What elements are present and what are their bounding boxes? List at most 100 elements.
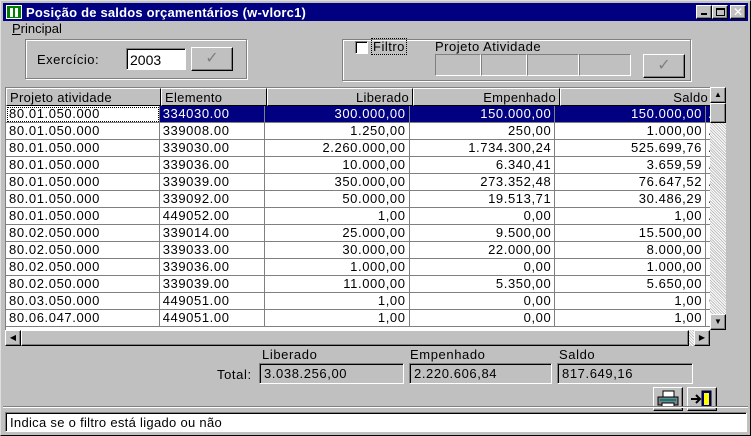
cell-elemento[interactable]: 339039.00	[159, 276, 265, 293]
cell-saldo[interactable]: 150.000,00	[555, 106, 707, 123]
table-row[interactable]: 80.01.050.000 339030.00 2.260.000,00 1.734.…	[6, 140, 710, 157]
cell-saldo[interactable]: 15.500,00	[555, 225, 707, 242]
projeto-atividade-field-2[interactable]	[481, 54, 527, 76]
horizontal-scrollbar[interactable]: ◀ ▶	[5, 330, 710, 346]
cell-empenhado[interactable]: 1.734.300,24	[409, 140, 556, 157]
menu-principal[interactable]: Principal	[12, 21, 62, 36]
cell-elemento[interactable]: 449051.00	[159, 293, 265, 310]
cell-saldo[interactable]: 1.000,00	[555, 123, 707, 140]
cell-projeto-atividade[interactable]: 80.06.047.000	[6, 310, 160, 327]
cell-empenhado[interactable]: 0,00	[409, 259, 556, 276]
cell-saldo[interactable]: 1,00	[555, 310, 707, 327]
cell-elemento[interactable]: 339014.00	[159, 225, 265, 242]
cell-projeto-atividade[interactable]: 80.01.050.000	[6, 191, 160, 208]
scroll-right-button[interactable]: ▶	[694, 330, 710, 346]
cell-saldo[interactable]: 8.000,00	[555, 242, 707, 259]
cell-empenhado[interactable]: 6.340,41	[409, 157, 556, 174]
table-row[interactable]: 80.02.050.000 339033.00 30.000,00 22.000,00…	[6, 242, 710, 259]
cell-elemento[interactable]: 339033.00	[159, 242, 265, 259]
projeto-atividade-field-4[interactable]	[579, 54, 631, 76]
horizontal-scroll-thumb[interactable]	[21, 330, 689, 346]
app-icon[interactable]	[6, 5, 22, 19]
cell-liberado[interactable]: 30.000,00	[264, 242, 410, 259]
exercicio-confirm-button[interactable]: ✓	[191, 47, 233, 71]
cell-elemento[interactable]: 339036.00	[159, 157, 265, 174]
cell-projeto-atividade[interactable]: 80.01.050.000	[6, 208, 160, 225]
column-header-liberado[interactable]: Liberado	[267, 88, 413, 106]
cell-empenhado[interactable]: 19.513,71	[409, 191, 556, 208]
scroll-left-button[interactable]: ◀	[5, 330, 21, 346]
cell-projeto-atividade[interactable]: 80.02.050.000	[6, 242, 160, 259]
projeto-atividade-field-3[interactable]	[527, 54, 579, 76]
cell-projeto-atividade[interactable]: 80.02.050.000	[6, 259, 160, 276]
column-header-projeto-atividade[interactable]: Projeto atividade	[6, 88, 161, 106]
cell-empenhado[interactable]: 9.500,00	[409, 225, 556, 242]
cell-saldo[interactable]: 1,00	[555, 208, 707, 225]
table-row[interactable]: 80.01.050.000 339008.00 1.250,00 250,00 1.00…	[6, 123, 710, 140]
table-row[interactable]: 80.01.050.000 334030.00 300.000,00 150.000,…	[6, 106, 710, 123]
filtro-label[interactable]: Filtro	[371, 38, 407, 55]
cell-empenhado[interactable]: 22.000,00	[409, 242, 556, 259]
cell-liberado[interactable]: 300.000,00	[264, 106, 410, 123]
table-row[interactable]: 80.01.050.000 339092.00 50.000,00 19.513,71…	[6, 191, 710, 208]
filtro-confirm-button[interactable]: ✓	[643, 54, 685, 78]
cell-elemento[interactable]: 334030.00	[159, 106, 265, 123]
scroll-up-button[interactable]: ▲	[710, 87, 726, 103]
cell-empenhado[interactable]: 150.000,00	[409, 106, 556, 123]
cell-liberado[interactable]: 10.000,00	[264, 157, 410, 174]
table-row[interactable]: 80.03.050.000449051.001,000,001,00C	[6, 293, 710, 310]
column-header-empenhado[interactable]: Empenhado	[413, 88, 560, 106]
cell-liberado[interactable]: 1,00	[264, 208, 410, 225]
close-button[interactable]: ✕	[730, 5, 746, 19]
table-row[interactable]: 80.02.050.000 339036.00 1.000,00 0,00 1.000,…	[6, 259, 710, 276]
table-row[interactable]: 80.02.050.000 339014.00 25.000,00 9.500,00 1…	[6, 225, 710, 242]
cell-liberado[interactable]: 350.000,00	[264, 174, 410, 191]
cell-elemento[interactable]: 339030.00	[159, 140, 265, 157]
column-header-elemento[interactable]: Elemento	[161, 88, 267, 106]
cell-liberado[interactable]: 2.260.000,00	[264, 140, 410, 157]
cell-empenhado[interactable]: 250,00	[409, 123, 556, 140]
cell-liberado[interactable]: 50.000,00	[264, 191, 410, 208]
cell-saldo[interactable]: 525.699,76	[555, 140, 707, 157]
cell-empenhado[interactable]: 0,00	[409, 208, 556, 225]
table-row[interactable]: 80.01.050.000449052.001,000,001,00A	[6, 208, 710, 225]
maximize-button[interactable]	[712, 5, 728, 19]
cell-saldo[interactable]: 1.000,00	[555, 259, 707, 276]
cell-empenhado[interactable]: 5.350,00	[409, 276, 556, 293]
cell-empenhado[interactable]: 273.352,48	[409, 174, 556, 191]
table-row[interactable]: 80.02.050.000 339039.00 11.000,00 5.350,00 5…	[6, 276, 710, 293]
scroll-down-button[interactable]: ▼	[710, 314, 726, 330]
minimize-button[interactable]	[696, 5, 712, 19]
cell-projeto-atividade[interactable]: 80.02.050.000	[6, 276, 160, 293]
vertical-scrollbar[interactable]: ▲ ▼	[710, 87, 726, 330]
cell-liberado[interactable]: 1,00	[264, 310, 410, 327]
cell-elemento[interactable]: 339092.00	[159, 191, 265, 208]
cell-liberado[interactable]: 1.250,00	[264, 123, 410, 140]
cell-elemento[interactable]: 339039.00	[159, 174, 265, 191]
cell-projeto-atividade[interactable]: 80.01.050.000	[6, 174, 160, 191]
cell-elemento[interactable]: 339036.00	[159, 259, 265, 276]
table-row[interactable]: 80.06.047.000449051.001,000,001,00F	[6, 310, 710, 327]
cell-projeto-atividade[interactable]: 80.03.050.000	[6, 293, 160, 310]
cell-saldo[interactable]: 3.659,59	[555, 157, 707, 174]
exercicio-input[interactable]: 2003	[126, 48, 186, 70]
cell-projeto-atividade[interactable]: 80.01.050.000	[6, 157, 160, 174]
cell-projeto-atividade[interactable]: 80.01.050.000	[6, 140, 160, 157]
cell-saldo[interactable]: 30.486,29	[555, 191, 707, 208]
vertical-scroll-thumb[interactable]	[710, 103, 726, 123]
cell-projeto-atividade[interactable]: 80.02.050.000	[6, 225, 160, 242]
cell-elemento[interactable]: 449051.00	[159, 310, 265, 327]
cell-saldo[interactable]: 76.647,52	[555, 174, 707, 191]
cell-empenhado[interactable]: 0,00	[409, 293, 556, 310]
cell-projeto-atividade[interactable]: 80.01.050.000	[6, 106, 160, 123]
title-bar[interactable]: Posição de saldos orçamentários (w-vlorc…	[3, 3, 748, 21]
projeto-atividade-field-1[interactable]	[435, 54, 481, 76]
cell-empenhado[interactable]: 0,00	[409, 310, 556, 327]
cell-saldo[interactable]: 5.650,00	[555, 276, 707, 293]
column-header-saldo[interactable]: Saldo	[560, 88, 710, 106]
cell-liberado[interactable]: 1,00	[264, 293, 410, 310]
cell-projeto-atividade[interactable]: 80.01.050.000	[6, 123, 160, 140]
table-row[interactable]: 80.01.050.000 339039.00 350.000,00 273.352,…	[6, 174, 710, 191]
saldos-grid[interactable]: Projeto atividade Elemento Liberado Empe…	[5, 87, 710, 330]
table-row[interactable]: 80.01.050.000 339036.00 10.000,00 6.340,41 3…	[6, 157, 710, 174]
